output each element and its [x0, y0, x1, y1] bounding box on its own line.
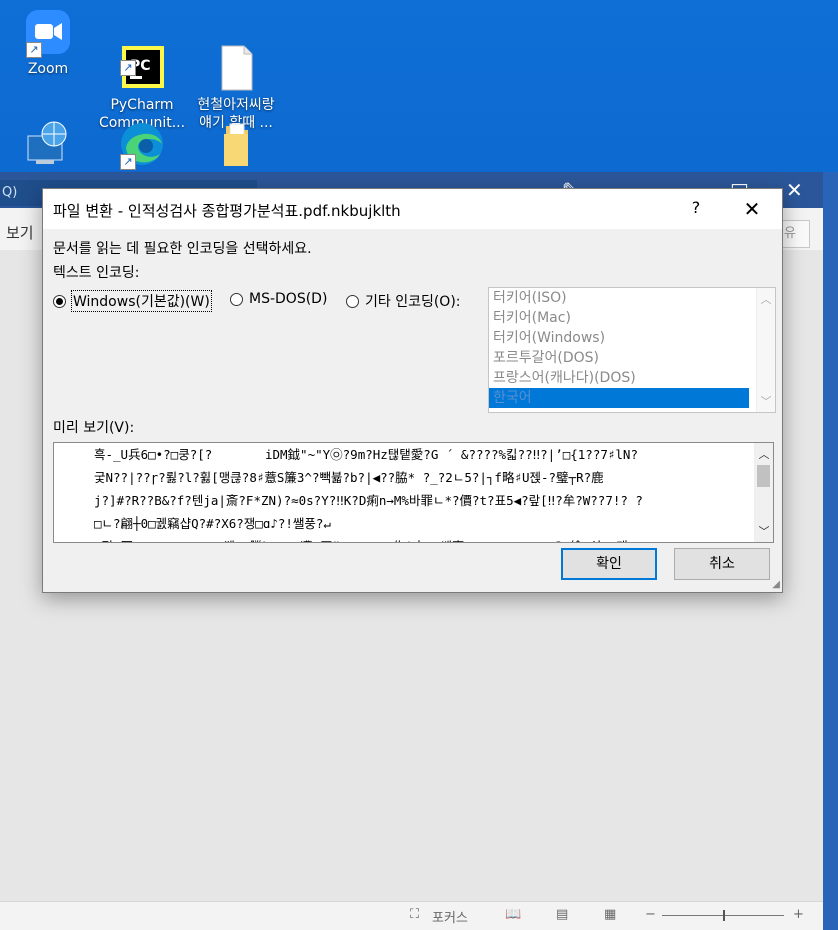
encoding-item[interactable]: 포르투갈어(DOS) [489, 348, 749, 368]
resize-grip-icon[interactable]: ◢ [772, 579, 780, 590]
encoding-item[interactable]: 터키어(Windows) [489, 328, 749, 348]
preview-line: ?젔ᵥ匪?c+ c쐑??騰b?tɤ?遭¥晉‖ 仇|本&?쌕喜?D? ?6¶?M … [54, 535, 773, 542]
preview-text-box[interactable]: 흑-_U兵6□•?□쿵?[? iDM鉞"~"Y㉧?9m?Hz탢탵愛?G ´ &?… [53, 442, 774, 543]
dialog-title: 파일 변환 - 인적성검사 종합평가분석표.pdf.nkbujklth [53, 202, 401, 220]
preview-scrollbar[interactable]: ︿ ﹀ [754, 443, 773, 542]
web-layout-icon[interactable]: ▦ [604, 907, 616, 922]
preview-line: j?]#?R??B&?f?텐ja|斎?F*ZN)?≈0s?Y?‼K?D痢n→M%… [94, 493, 643, 508]
zoom-icon: ↗ [24, 8, 72, 58]
desktop-icon-network[interactable] [0, 120, 96, 172]
network-globe-icon [24, 120, 72, 168]
preview-line: 흑-_U兵6□•?□쿵?[? iDM鉞"~"Y㉧?9m?Hz탢탵愛?G ´ &?… [94, 447, 638, 462]
preview-line: □ㄴ?翩┼0□궰竊샵Q?#?X6?쟁□ɑ♪?!쌜풍?↵ [94, 516, 331, 531]
desktop-icon-folder[interactable] [188, 120, 284, 172]
desktop-icon-edge[interactable]: ↗ [94, 120, 190, 172]
dialog-body: 문서를 읽는 데 필요한 인코딩을 선택하세요. 텍스트 인코딩: Window… [43, 229, 782, 592]
zoom-out-button[interactable]: − [645, 907, 656, 922]
radio-windows-label: Windows(기본값)(W) [71, 290, 212, 312]
folder-icon [212, 120, 260, 168]
file-conversion-dialog: 파일 변환 - 인적성검사 종합평가분석표.pdf.nkbujklth ? ✕ … [42, 188, 783, 593]
dialog-titlebar: 파일 변환 - 인적성검사 종합평가분석표.pdf.nkbujklth ? ✕ [43, 189, 782, 229]
encoding-item[interactable]: 프랑스어(캐나다)(DOS) [489, 368, 749, 388]
scroll-thumb[interactable] [757, 465, 770, 487]
dialog-close-button[interactable]: ✕ [737, 195, 767, 223]
cancel-button[interactable]: 취소 [674, 548, 770, 580]
encoding-item-selected[interactable]: 한국어 [489, 388, 749, 408]
radio-other-encoding[interactable]: 기타 인코딩(O): [346, 291, 461, 311]
help-button[interactable]: ? [684, 198, 708, 217]
document-icon [212, 26, 260, 91]
scroll-up-icon[interactable]: ︿ [757, 291, 775, 307]
encoding-item[interactable]: 터키어(Mac) [489, 308, 749, 328]
radio-unselected-icon[interactable] [230, 292, 243, 306]
radio-unselected-icon[interactable] [346, 294, 359, 308]
desktop-icon-label: Zoom [27, 61, 69, 77]
window-edge [823, 172, 838, 930]
scroll-up-icon[interactable]: ︿ [755, 446, 773, 462]
zoom-slider-thumb[interactable] [723, 910, 725, 921]
read-mode-icon[interactable]: 📖 [505, 907, 521, 922]
scroll-down-icon[interactable]: ﹀ [757, 393, 775, 409]
radio-other-label: 기타 인코딩(O): [365, 294, 461, 310]
scroll-down-icon[interactable]: ﹀ [755, 523, 773, 539]
ribbon-tab-view[interactable]: 보기 [6, 222, 34, 243]
print-layout-icon[interactable]: ▤ [556, 907, 568, 922]
ok-button[interactable]: 확인 [561, 548, 657, 580]
encoding-list-scrollbar[interactable]: ︿ ﹀ [756, 288, 775, 412]
radio-ms-dos-label: MS-DOS(D) [249, 291, 328, 307]
radio-ms-dos[interactable]: MS-DOS(D) [230, 291, 327, 307]
preview-label: 미리 보기(V): [53, 420, 135, 436]
preview-line: 궃N??|??ɼ?뢿?l?휧[맹큲?8♯薏S簾3^?빽뷻?b?|◀??脇* ?_… [94, 470, 604, 485]
focus-icon[interactable]: ⛶ [410, 907, 419, 922]
encoding-label: 텍스트 인코딩: [53, 265, 140, 281]
status-bar: ⛶ 포커스 📖 ▤ ▦ − + [0, 901, 823, 930]
focus-mode-label[interactable]: 포커스 [432, 907, 468, 926]
encoding-item[interactable]: 터키어(ISO) [489, 288, 749, 308]
desktop-icon-zoom[interactable]: ↗ Zoom [0, 8, 96, 78]
radio-selected-icon[interactable] [53, 294, 66, 308]
encoding-list[interactable]: 터키어(ISO) 터키어(Mac) 터키어(Windows) 포르투갈어(DOS… [488, 287, 776, 413]
pycharm-icon: PC ↗ [118, 26, 166, 88]
edge-icon: ↗ [118, 120, 166, 170]
radio-windows[interactable]: Windows(기본값)(W) [53, 290, 212, 312]
zoom-in-button[interactable]: + [793, 907, 804, 922]
close-icon[interactable]: ✕ [786, 178, 803, 202]
instruction-text: 문서를 읽는 데 필요한 인코딩을 선택하세요. [53, 241, 312, 257]
